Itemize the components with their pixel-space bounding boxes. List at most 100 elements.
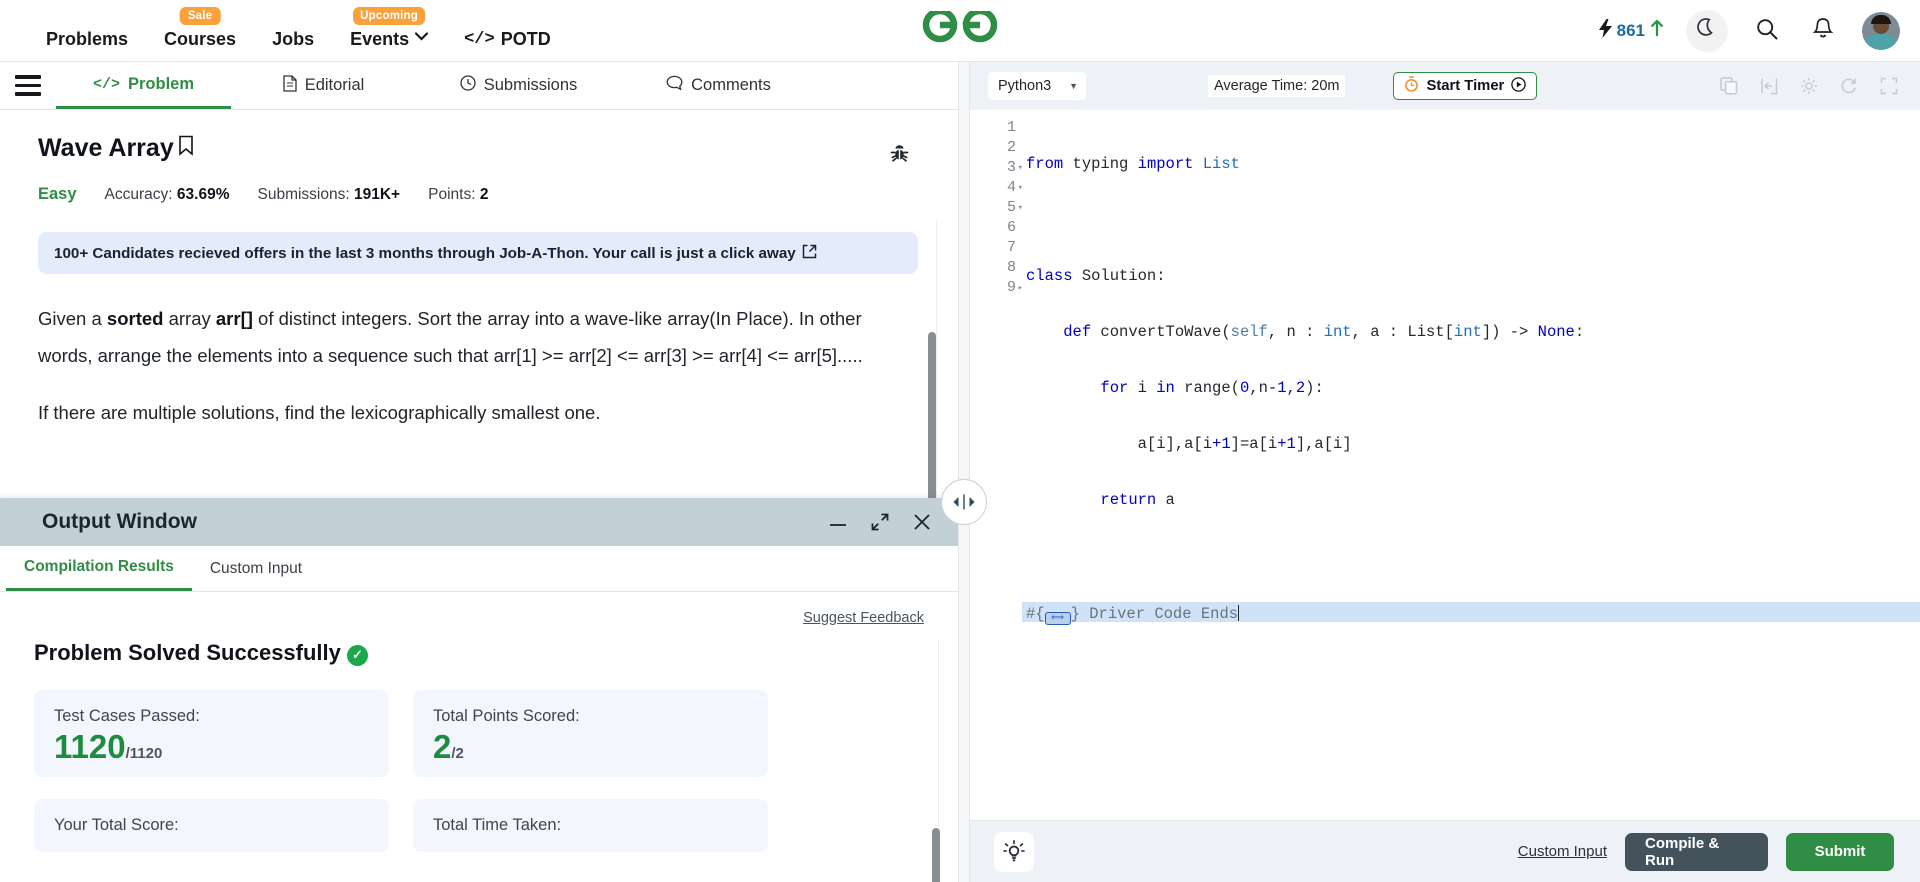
line-number-text: 3 <box>1006 159 1016 176</box>
points-stat: Points: 2 <box>428 186 488 204</box>
nav-item-courses[interactable]: Sale Courses <box>164 6 236 62</box>
fold-arrow-icon[interactable]: ▾ <box>1018 158 1023 178</box>
output-window-header: Output Window <box>0 498 958 546</box>
output-scrollbar-thumb[interactable] <box>932 828 940 882</box>
description-paragraph-2: If there are multiple solutions, find th… <box>38 402 601 423</box>
format-indent-icon[interactable] <box>1760 77 1778 95</box>
collapsed-region-icon[interactable]: ⟺ <box>1044 612 1071 625</box>
suggest-feedback-link[interactable]: Suggest Feedback <box>803 610 924 626</box>
submissions-value: 191K+ <box>354 185 401 203</box>
line-number: 9 ▸ <box>970 278 1023 298</box>
sale-badge: Sale <box>179 6 221 25</box>
desc-text-c: array <box>163 308 216 329</box>
tab-problem[interactable]: </> Problem <box>56 62 231 109</box>
promo-banner[interactable]: 100+ Candidates recieved offers in the l… <box>38 232 918 274</box>
copy-icon[interactable] <box>1720 77 1738 95</box>
keyword-class: class <box>1026 267 1073 285</box>
nav-item-potd[interactable]: </> POTD <box>464 29 551 62</box>
start-timer-button[interactable]: Start Timer <box>1393 72 1538 100</box>
return-arrow: -> <box>1509 323 1538 341</box>
line-number-text: 1 <box>1006 119 1016 136</box>
result-card-total-score: Your Total Score: <box>34 799 389 852</box>
custom-input-link[interactable]: Custom Input <box>1518 843 1607 860</box>
problem-title-text: Wave Array <box>38 134 174 162</box>
tab-custom-input[interactable]: Custom Input <box>192 546 320 591</box>
dark-mode-toggle[interactable] <box>1686 10 1728 52</box>
lightbulb-icon[interactable] <box>994 831 1034 872</box>
points-value: 2 <box>479 185 489 203</box>
resize-horizontal-icon[interactable] <box>941 479 987 525</box>
tab-label: Editorial <box>304 76 365 94</box>
code-line-6: a[i],a[i+1]=a[i+1],a[i] <box>1022 434 1920 454</box>
streak-counter[interactable]: 861 <box>1598 19 1664 43</box>
submissions-stat: Submissions: 191K+ <box>258 186 401 204</box>
code-editor[interactable]: 1 2 3 ▾ 4 ▾ 5 ▾ 6 7 8 9 ▸ from typing import… <box>970 110 1920 820</box>
params-b: , a : List[ <box>1351 323 1454 341</box>
return-value: a <box>1156 491 1175 509</box>
problem-tabbar: </> Problem Editorial Submissions Commen… <box>0 62 958 110</box>
output-scrollbar-track[interactable] <box>932 640 950 882</box>
gfg-logo[interactable] <box>917 9 1003 53</box>
code-lines[interactable]: from typing import List class Solution: … <box>1022 110 1920 820</box>
num-one: 1 <box>1277 379 1287 397</box>
keyword-return: return <box>1100 491 1157 509</box>
fullscreen-icon[interactable] <box>1880 77 1898 95</box>
language-select[interactable]: Python3 ▼ <box>988 72 1086 100</box>
card-value-number: 2 <box>433 728 452 765</box>
code-icon: </> <box>92 75 120 93</box>
swap-c: ],a[i] <box>1295 435 1352 453</box>
line-number: 7 <box>970 238 1022 258</box>
maximize-icon[interactable] <box>870 512 890 532</box>
minimize-icon[interactable] <box>828 516 848 528</box>
line-number-gutter: 1 2 3 ▾ 4 ▾ 5 ▾ 6 7 8 9 ▸ <box>970 110 1023 820</box>
nav-item-events[interactable]: Upcoming Events <box>350 6 429 62</box>
fold-arrow-icon[interactable]: ▾ <box>1018 178 1023 198</box>
gear-icon[interactable] <box>1800 77 1818 95</box>
tab-submissions[interactable]: Submissions <box>416 62 621 109</box>
nav-item-label: Jobs <box>272 28 315 49</box>
footer-actions: Custom Input Compile & Run Submit <box>1518 832 1894 871</box>
avatar[interactable] <box>1862 12 1900 50</box>
submit-button[interactable]: Submit <box>1786 832 1894 871</box>
line-number-text: 6 <box>1006 219 1016 236</box>
editor-toolbar: Python3 ▼ Average Time: 20m Start Timer <box>970 62 1920 110</box>
streak-count: 861 <box>1616 21 1645 40</box>
nav-item-jobs[interactable]: Jobs <box>272 29 314 62</box>
close-icon[interactable] <box>912 512 932 532</box>
line-number: 1 <box>970 118 1022 138</box>
card-label: Total Time Taken: <box>433 816 562 834</box>
comment-brace: } <box>1070 605 1090 623</box>
chevron-down-icon: ▼ <box>1069 81 1078 91</box>
code-icon: </> <box>464 29 495 49</box>
tab-editorial[interactable]: Editorial <box>231 62 416 109</box>
tab-comments[interactable]: Comments <box>621 62 816 109</box>
panel-splitter[interactable] <box>958 62 970 882</box>
loop-var: i <box>1128 379 1157 397</box>
fold-arrow-icon[interactable]: ▾ <box>1018 198 1023 218</box>
compile-and-run-button[interactable]: Compile & Run <box>1625 832 1768 871</box>
module-name: typing <box>1063 155 1138 173</box>
comment-icon <box>666 75 683 96</box>
nav-item-problems[interactable]: Problems <box>46 29 128 62</box>
class-name: Solution: <box>1072 267 1166 285</box>
moon-icon <box>1696 18 1718 44</box>
bookmark-icon[interactable] <box>178 134 194 163</box>
swap-b: ]=a[i <box>1230 435 1278 453</box>
hamburger-menu-icon[interactable] <box>0 75 56 96</box>
clock-icon <box>460 75 476 96</box>
reset-icon[interactable] <box>1840 77 1858 95</box>
tab-compilation-results[interactable]: Compilation Results <box>6 546 192 591</box>
tab-label: Comments <box>691 76 771 94</box>
notifications-button[interactable] <box>1806 14 1840 48</box>
top-navbar: Problems Sale Courses Jobs Upcoming Even… <box>0 0 1920 62</box>
line-number: 8 <box>970 258 1022 278</box>
bug-icon[interactable] <box>889 142 910 169</box>
start-timer-label: Start Timer <box>1426 78 1505 94</box>
fold-arrow-icon[interactable]: ▸ <box>1018 278 1023 298</box>
type-int-2: int <box>1453 323 1482 341</box>
lightning-icon <box>1598 19 1612 43</box>
search-button[interactable] <box>1750 14 1784 48</box>
function-name: convertToWave( <box>1091 323 1231 341</box>
